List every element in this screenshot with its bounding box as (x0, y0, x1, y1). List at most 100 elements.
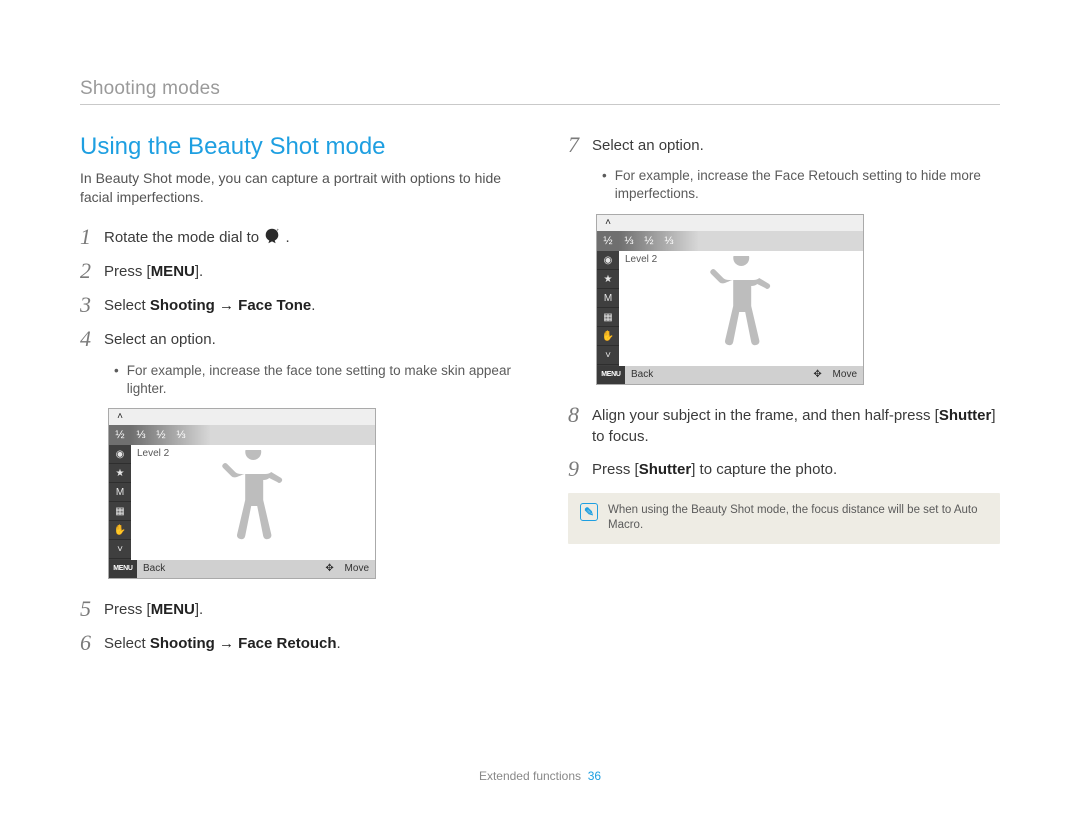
bullet-dot: • (114, 362, 119, 398)
tab-option: ⅓ (619, 235, 639, 247)
step-number: 5 (80, 597, 104, 621)
sub-bullet-text: For example, increase the Face Retouch s… (615, 167, 1000, 203)
page-footer: Extended functions 36 (0, 769, 1080, 783)
step-7: 7 Select an option. (568, 133, 1000, 157)
step-1: 1 Rotate the mode dial to + . (80, 225, 512, 249)
level-tabs: ½ ⅓ ½ ⅓ (109, 425, 375, 445)
sidebar-icon: M (109, 483, 131, 502)
sidebar-icon: ✋ (109, 521, 131, 540)
text-bold: Shooting → Face Tone (150, 297, 311, 314)
preview-area: Level 2 (131, 445, 375, 560)
tab-option: ⅓ (171, 429, 191, 441)
step-text: Press [Shutter] to capture the photo. (592, 457, 837, 480)
text-bold: Shooting → Face Retouch (150, 635, 337, 652)
text: . (337, 635, 341, 652)
move-label: Move (827, 369, 863, 380)
person-silhouette-icon (703, 256, 793, 366)
step-text: Select Shooting → Face Tone. (104, 293, 315, 316)
camera-ui-screenshot-face-tone: ˄ ½ ⅓ ½ ⅓ ◉ ★ M ▦ ✋ ˅ (108, 408, 376, 579)
menu-button-icon: MENU (597, 366, 625, 384)
bullet-dot: • (602, 167, 607, 203)
steps-list-right: 7 Select an option. (568, 133, 1000, 157)
note-icon: ✎ (580, 503, 598, 521)
text: ]. (195, 601, 203, 618)
chevron-down-icon: ˅ (597, 346, 619, 365)
step-text: Press [MENU]. (104, 597, 203, 620)
step-text: Align your subject in the frame, and the… (592, 403, 1000, 447)
sidebar-icon: ◉ (109, 445, 131, 464)
note-text: When using the Beauty Shot mode, the foc… (608, 503, 988, 534)
step-number: 4 (80, 327, 104, 351)
tab-option: ½ (639, 235, 659, 247)
text: . (285, 229, 289, 246)
back-label: Back (137, 563, 171, 574)
step-number: 3 (80, 293, 104, 317)
step-number: 7 (568, 133, 592, 157)
sub-bullet-text: For example, increase the face tone sett… (127, 362, 512, 398)
text-bold: Shutter (639, 461, 692, 478)
step-text: Select an option. (592, 133, 704, 156)
tab-option: ⅓ (131, 429, 151, 441)
step-text: Select Shooting → Face Retouch. (104, 631, 341, 654)
beauty-shot-mode-icon: + (263, 227, 281, 245)
right-column: 7 Select an option. • For example, incre… (568, 133, 1000, 665)
text: Press [ (592, 461, 639, 478)
tab-option: ⅓ (659, 235, 679, 247)
text-bold: MENU (151, 263, 195, 280)
sidebar-icon: M (597, 289, 619, 308)
step-number: 2 (80, 259, 104, 283)
left-column: Using the Beauty Shot mode In Beauty Sho… (80, 133, 512, 665)
step-3: 3 Select Shooting → Face Tone. (80, 293, 512, 317)
step-number: 9 (568, 457, 592, 481)
move-icon: ✥ (811, 368, 825, 382)
settings-sidebar: ◉ ★ M ▦ ✋ ˅ (109, 445, 131, 560)
step-4: 4 Select an option. (80, 327, 512, 351)
sidebar-icon: ▦ (109, 502, 131, 521)
text: Align your subject in the frame, and the… (592, 407, 939, 424)
camera-ui-screenshot-face-retouch: ˄ ½ ⅓ ½ ⅓ ◉ ★ M ▦ ✋ ˅ (596, 214, 864, 385)
note-callout: ✎ When using the Beauty Shot mode, the f… (568, 493, 1000, 544)
step-2: 2 Press [MENU]. (80, 259, 512, 283)
text: . (311, 297, 315, 314)
sidebar-icon: ★ (597, 270, 619, 289)
settings-sidebar: ◉ ★ M ▦ ✋ ˅ (597, 251, 619, 366)
steps-list-left-cont: 5 Press [MENU]. 6 Select Shooting → Face… (80, 597, 512, 655)
text: ] to capture the photo. (691, 461, 837, 478)
chevron-down-icon: ˅ (109, 540, 131, 559)
step-number: 1 (80, 225, 104, 249)
step-number: 6 (80, 631, 104, 655)
tab-icon: ½ (597, 231, 619, 251)
tab-option: ½ (151, 429, 171, 441)
step-9: 9 Press [Shutter] to capture the photo. (568, 457, 1000, 481)
level-label: Level 2 (137, 448, 169, 459)
text-bold: MENU (151, 601, 195, 618)
text-bold: Shutter (939, 407, 992, 424)
sidebar-icon: ★ (109, 464, 131, 483)
text: Press [ (104, 601, 151, 618)
step-number: 8 (568, 403, 592, 427)
text: Select (104, 297, 150, 314)
step-text: Rotate the mode dial to + . (104, 225, 290, 248)
move-label: Move (339, 563, 375, 574)
step-4-sub-bullet: • For example, increase the face tone se… (114, 362, 512, 398)
sidebar-icon: ▦ (597, 308, 619, 327)
bottom-bar: MENU Back ✥ Move (597, 366, 863, 384)
steps-list-left: 1 Rotate the mode dial to + . 2 Press [M… (80, 225, 512, 352)
svg-text:+: + (277, 227, 280, 232)
step-6: 6 Select Shooting → Face Retouch. (80, 631, 512, 655)
move-icon: ✥ (323, 562, 337, 576)
tab-icon: ½ (109, 425, 131, 445)
step-text: Press [MENU]. (104, 259, 203, 282)
bottom-bar: MENU Back ✥ Move (109, 560, 375, 578)
preview-area: Level 2 (619, 251, 863, 366)
chevron-up-icon: ˄ (109, 409, 131, 425)
back-label: Back (625, 369, 659, 380)
page-title: Using the Beauty Shot mode (80, 133, 512, 161)
footer-label: Extended functions (479, 769, 581, 783)
step-7-sub-bullet: • For example, increase the Face Retouch… (602, 167, 1000, 203)
steps-list-right-cont: 8 Align your subject in the frame, and t… (568, 403, 1000, 481)
step-8: 8 Align your subject in the frame, and t… (568, 403, 1000, 447)
step-5: 5 Press [MENU]. (80, 597, 512, 621)
content-columns: Using the Beauty Shot mode In Beauty Sho… (80, 133, 1000, 665)
text: Rotate the mode dial to (104, 229, 263, 246)
